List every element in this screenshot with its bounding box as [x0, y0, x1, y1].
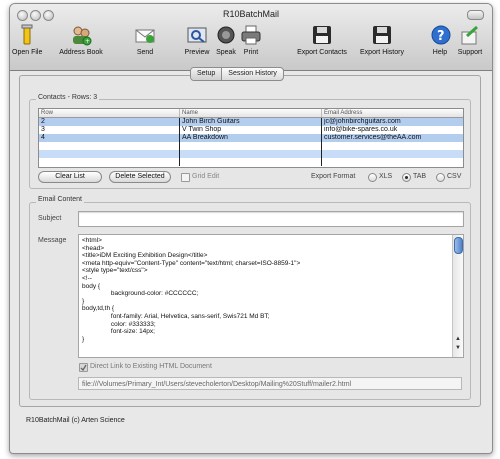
preview-icon	[186, 24, 208, 46]
format-xls-label: XLS	[379, 173, 393, 180]
preview-button[interactable]: Preview	[184, 24, 210, 56]
format-csv-label: CSV	[447, 173, 462, 180]
speaker-icon	[215, 24, 237, 46]
print-button[interactable]: Print	[240, 24, 262, 56]
subject-label: Subject	[38, 215, 62, 222]
cell-name: AA Breakdown	[180, 134, 322, 142]
cell-email: info@bike-spares.co.uk	[324, 126, 398, 133]
message-label: Message	[38, 237, 67, 244]
cell-name: V Twin Shop	[180, 126, 322, 134]
help-button[interactable]: ? Help	[430, 24, 452, 56]
contacts-group-label: Contacts - Rows: 3	[36, 94, 100, 101]
scroll-down-arrow-icon[interactable]: ▼	[455, 345, 461, 351]
subject-input[interactable]	[78, 211, 464, 227]
table-row[interactable]: 2 John Birch Guitars jc@johnbirchguitars…	[39, 118, 463, 126]
grid-edit-checkbox[interactable]	[181, 173, 190, 182]
address-book-button[interactable]: + Address Book	[54, 24, 108, 56]
message-body: <html> <head> <title>iDM Exciting Exhibi…	[82, 237, 301, 343]
cell-email: customer.services@theAA.com	[324, 134, 422, 141]
address-book-icon: +	[70, 24, 92, 46]
format-tab-radio[interactable]	[402, 173, 411, 182]
support-icon	[459, 24, 481, 46]
cell-row: 3	[39, 126, 180, 134]
speak-button[interactable]: Speak	[215, 24, 237, 56]
cell-name: John Birch Guitars	[180, 118, 322, 126]
direct-link-checkbox[interactable]	[79, 363, 88, 372]
help-question-icon: ?	[430, 24, 452, 46]
send-button[interactable]: Send	[130, 24, 160, 56]
email-content-group-label: Email Content	[36, 196, 84, 203]
svg-text:?: ?	[437, 29, 445, 44]
table-row[interactable]: 3 V Twin Shop info@bike-spares.co.uk	[39, 126, 463, 134]
message-scrollbar[interactable]: ▲ ▼	[452, 235, 463, 357]
contacts-table-header: Row Name Email Address	[39, 109, 463, 118]
direct-link-label: Direct Link to Existing HTML Document	[90, 363, 212, 370]
tab-bar: Setup Session History	[190, 67, 284, 81]
column-header-name[interactable]: Name	[180, 109, 322, 117]
grid-edit-label: Grid Edit	[192, 173, 220, 180]
cell-row: 4	[39, 134, 180, 142]
footer-credit: R10BatchMail (c) Arten Science	[26, 417, 125, 424]
tab-setup[interactable]: Setup	[191, 68, 222, 80]
clear-list-button[interactable]: Clear List	[38, 171, 102, 183]
table-row[interactable]: 4 AA Breakdown customer.services@theAA.c…	[39, 134, 463, 142]
column-header-email[interactable]: Email Address	[322, 109, 463, 117]
title-bar: R10BatchMail Open File + Address Book Se…	[10, 4, 492, 71]
table-row-empty[interactable]	[39, 158, 463, 166]
delete-selected-button[interactable]: Delete Selected	[109, 171, 171, 183]
format-xls-radio[interactable]	[368, 173, 377, 182]
floppy-disk-icon	[371, 24, 393, 46]
open-file-icon	[16, 24, 38, 46]
export-format-label: Export Format	[311, 173, 356, 180]
scrollbar-thumb[interactable]	[454, 237, 463, 254]
window-title: R10BatchMail	[222, 9, 280, 19]
column-header-row[interactable]: Row	[39, 109, 180, 117]
send-envelope-icon	[134, 24, 156, 46]
table-row-empty[interactable]	[39, 150, 463, 158]
tab-session-history[interactable]: Session History	[221, 68, 283, 80]
html-path-field[interactable]: file:///Volumes/Primary_Int/Users/stevec…	[78, 377, 462, 390]
format-csv-radio[interactable]	[436, 173, 445, 182]
format-tab-label: TAB	[413, 173, 427, 180]
contacts-table[interactable]: Row Name Email Address 2 John Birch Guit…	[38, 108, 464, 168]
cell-email: jc@johnbirchguitars.com	[324, 118, 401, 125]
export-contacts-button[interactable]: Export Contacts	[292, 24, 352, 56]
cell-row: 2	[39, 118, 180, 126]
floppy-disk-icon	[311, 24, 333, 46]
toolbar-toggle-button[interactable]	[467, 10, 484, 20]
printer-icon	[240, 24, 262, 46]
support-button[interactable]: Support	[454, 24, 486, 56]
table-row-empty[interactable]	[39, 142, 463, 150]
svg-text:+: +	[85, 38, 90, 45]
open-file-button[interactable]: Open File	[12, 24, 42, 56]
scroll-up-arrow-icon[interactable]: ▲	[455, 336, 461, 342]
checkmark-icon	[80, 364, 87, 371]
export-history-button[interactable]: Export History	[353, 24, 411, 56]
message-textarea[interactable]: <html> <head> <title>iDM Exciting Exhibi…	[78, 234, 464, 358]
